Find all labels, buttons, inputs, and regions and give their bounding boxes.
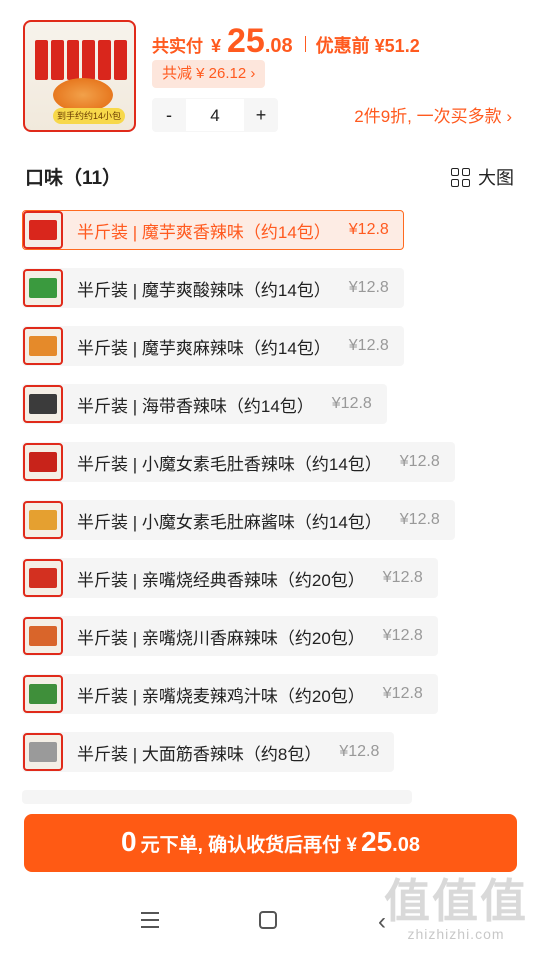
flavor-label: 半斤装 | 海带香辣味（约14包）: [77, 396, 314, 416]
pay-label: 共实付: [152, 37, 203, 56]
flavor-label: 半斤装 | 小魔女素毛肚麻酱味（约14包）: [77, 512, 382, 532]
watermark: 值值值 zhizhizhi.com: [384, 876, 528, 942]
flavor-section-title: 口味（11）: [25, 168, 122, 189]
flavor-option[interactable]: 半斤装 | 魔芋爽麻辣味（约14包） ¥12.8: [22, 326, 404, 366]
flavor-options-list: 半斤装 | 魔芋爽香辣味（约14包） ¥12.8 半斤装 | 魔芋爽酸辣味（约14包…: [22, 210, 522, 827]
quantity-input[interactable]: 4: [186, 98, 244, 132]
flavor-label: 半斤装 | 亲嘴烧麦辣鸡汁味（约20包）: [77, 686, 365, 706]
big-picture-toggle[interactable]: 大图: [451, 164, 514, 190]
pre-discount-price: 优惠前 ¥51.2: [315, 36, 420, 56]
product-image-tag: 到手约约14小包: [53, 108, 126, 124]
system-nav-bar: ‹ 值值值 zhizhizhi.com: [0, 876, 540, 954]
flavor-price: ¥12.8: [382, 685, 423, 702]
flavor-label: 半斤装 | 魔芋爽香辣味（约14包）: [77, 222, 331, 242]
flavor-thumbnail: [23, 675, 63, 713]
flavor-thumbnail: [23, 617, 63, 655]
flavor-price: ¥12.8: [399, 453, 440, 470]
grid-icon: [451, 167, 470, 187]
watermark-logo: 值值值: [384, 875, 528, 927]
flavor-thumbnail: [23, 327, 63, 365]
flavor-price: ¥12.8: [339, 743, 380, 760]
flavor-label: 半斤装 | 亲嘴烧经典香辣味（约20包）: [77, 570, 365, 590]
flavor-thumbnail: [23, 559, 63, 597]
flavor-price: ¥12.8: [331, 395, 372, 412]
flavor-option[interactable]: 半斤装 | 海带香辣味（约14包） ¥12.8: [22, 384, 387, 424]
flavor-price: ¥12.8: [348, 221, 389, 238]
order-button-text: 元下单, 确认收货后再付 ¥: [140, 835, 357, 856]
flavor-option[interactable]: 半斤装 | 小魔女素毛肚麻酱味（约14包） ¥12.8: [22, 500, 455, 540]
flavor-price: ¥12.8: [348, 279, 389, 296]
flavor-label: 半斤装 | 亲嘴烧川香麻辣味（约20包）: [77, 628, 365, 648]
flavor-price: ¥12.8: [382, 569, 423, 586]
quantity-stepper: - 4 +: [152, 98, 278, 132]
home-icon[interactable]: [259, 911, 277, 929]
flavor-option[interactable]: 半斤装 | 亲嘴烧麦辣鸡汁味（约20包） ¥12.8: [22, 674, 438, 714]
flavor-option[interactable]: 半斤装 | 魔芋爽酸辣味（约14包） ¥12.8: [22, 268, 404, 308]
big-picture-label: 大图: [478, 168, 514, 188]
flavor-thumbnail: [23, 733, 63, 771]
pay-integer: 25: [227, 22, 265, 60]
flavor-thumbnail: [23, 211, 63, 249]
price-divider: [304, 36, 306, 52]
flavor-option[interactable]: 半斤装 | 亲嘴烧经典香辣味（约20包） ¥12.8: [22, 558, 438, 598]
order-button-decimal: .08: [392, 834, 420, 856]
promo-link[interactable]: 2件9折, 一次买多款 ›: [354, 102, 512, 127]
flavor-label: 半斤装 | 大面筋香辣味（约8包）: [77, 744, 322, 764]
decrease-button[interactable]: -: [152, 98, 186, 132]
product-thumbnail[interactable]: 到手约约14小包: [23, 20, 136, 132]
increase-button[interactable]: +: [244, 98, 278, 132]
price-row: 共实付 ¥ 25.08 优惠前 ¥51.2: [152, 22, 420, 62]
flavor-option[interactable]: 半斤装 | 小魔女素毛肚香辣味（约14包） ¥12.8: [22, 442, 455, 482]
recent-apps-icon[interactable]: [141, 912, 159, 928]
flavor-label: 半斤装 | 小魔女素毛肚香辣味（约14包）: [77, 454, 382, 474]
pay-decimal: .08: [264, 35, 293, 57]
flavor-price: ¥12.8: [399, 511, 440, 528]
flavor-label: 半斤装 | 魔芋爽酸辣味（约14包）: [77, 280, 331, 300]
order-button[interactable]: 0 元下单, 确认收货后再付 ¥ 25.08: [24, 814, 517, 872]
product-packs-graphic: [35, 40, 127, 80]
pay-currency: ¥: [211, 36, 222, 56]
flavor-thumbnail: [23, 269, 63, 307]
flavor-thumbnail: [23, 385, 63, 423]
flavor-option[interactable]: 半斤装 | 大面筋香辣味（约8包） ¥12.8: [22, 732, 395, 772]
flavor-label: 半斤装 | 魔芋爽麻辣味（约14包）: [77, 338, 331, 358]
flavor-option[interactable]: 半斤装 | 亲嘴烧川香麻辣味（约20包） ¥12.8: [22, 616, 438, 656]
order-button-zero: 0: [121, 826, 137, 857]
saving-badge[interactable]: 共减 ¥ 26.12 ›: [152, 60, 266, 88]
flavor-thumbnail: [23, 443, 63, 481]
flavor-option[interactable]: 半斤装 | 魔芋爽香辣味（约14包） ¥12.8: [22, 210, 404, 250]
order-button-amount: 25: [361, 826, 393, 857]
flavor-price: ¥12.8: [348, 337, 389, 354]
flavor-thumbnail: [23, 501, 63, 539]
watermark-url: zhizhizhi.com: [407, 926, 505, 942]
product-snack-graphic: [53, 78, 113, 112]
flavor-price: ¥12.8: [382, 627, 423, 644]
flavor-option-partial[interactable]: [22, 790, 412, 804]
